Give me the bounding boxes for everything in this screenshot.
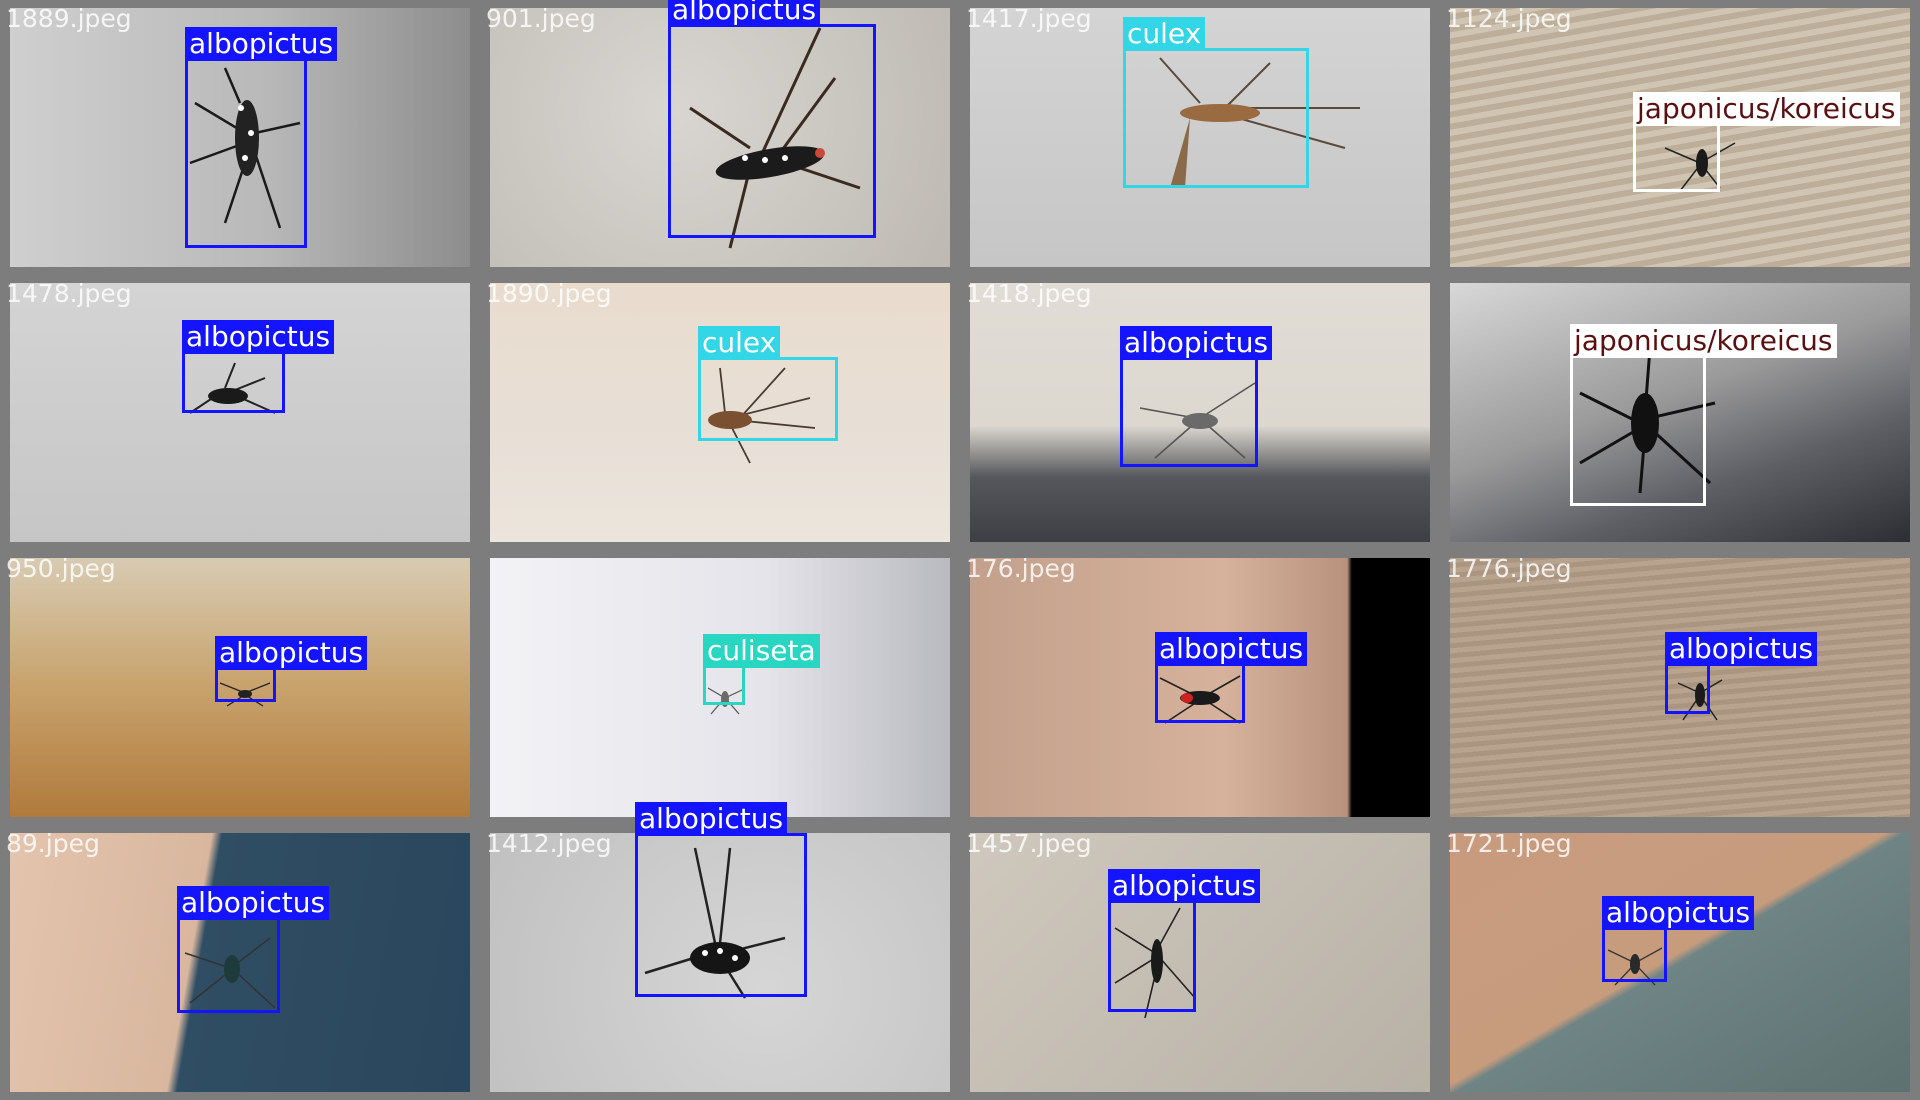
detection-label: albopictus xyxy=(1665,632,1818,666)
image-filename: 1776.jpeg xyxy=(1446,554,1572,583)
image-filename: 1721.jpeg xyxy=(1446,829,1572,858)
image-tile: 1457.jpeg albopictus xyxy=(960,825,1440,1100)
image-filename: 176.jpeg xyxy=(966,554,1076,583)
image-filename: 1889.jpeg xyxy=(6,4,132,33)
image-filename: 1417.jpeg xyxy=(966,4,1092,33)
image-filename: 89.jpeg xyxy=(6,829,100,858)
image-tile: 1889.jpeg albopictus xyxy=(0,0,480,275)
image-tile: 1412.jpeg albopictus xyxy=(480,802,960,1100)
image-filename: 950.jpeg xyxy=(6,554,116,583)
detection-box: albopictus xyxy=(1665,632,1818,714)
image-filename: 901.jpeg xyxy=(486,4,596,33)
detection-box: albopictus xyxy=(185,27,338,248)
detection-label: japonicus/koreicus xyxy=(1633,92,1900,126)
detection-box: albopictus xyxy=(182,320,335,413)
image-filename: 1890.jpeg xyxy=(486,279,612,308)
image-filename: 1412.jpeg xyxy=(486,829,612,858)
image-tile: 1417.jpeg culex xyxy=(960,0,1440,275)
detection-box: albopictus xyxy=(1602,896,1755,982)
detection-box: culex xyxy=(1123,17,1309,188)
detection-box: culiseta xyxy=(703,634,820,705)
detection-box: culex xyxy=(698,326,838,441)
image-tile: 901.jpeg albopictus xyxy=(480,0,960,275)
image-tile: 1890.jpeg culex xyxy=(480,275,960,550)
image-tile: 1124.jpeg japonicus/koreicus xyxy=(1440,0,1920,275)
detection-box: albopictus xyxy=(635,802,807,997)
image-tile: culiseta xyxy=(480,550,960,825)
detection-box: japonicus/koreicus xyxy=(1633,92,1900,192)
image-tile: 1721.jpeg albopictus xyxy=(1440,825,1920,1100)
detection-label: albopictus xyxy=(1120,326,1273,360)
detection-box: albopictus xyxy=(215,636,368,702)
detection-label: culex xyxy=(1123,17,1206,51)
detection-label: albopictus xyxy=(1108,869,1261,903)
detection-box: albopictus xyxy=(1155,632,1308,723)
detection-box: albopictus xyxy=(1120,326,1273,467)
detection-label: albopictus xyxy=(1155,632,1308,666)
detection-label: albopictus xyxy=(635,802,788,836)
detection-label: albopictus xyxy=(1602,896,1755,930)
image-filename: 1457.jpeg xyxy=(966,829,1092,858)
image-tile: japonicus/koreicus xyxy=(1440,275,1920,550)
image-filename: 1418.jpeg xyxy=(966,279,1092,308)
detection-label: japonicus/koreicus xyxy=(1570,324,1837,358)
image-filename: 1478.jpeg xyxy=(6,279,132,308)
detection-label: albopictus xyxy=(215,636,368,670)
detection-label: culex xyxy=(698,326,781,360)
detection-grid: 1889.jpeg albopictus 901.jpeg albopictus… xyxy=(0,0,1920,1100)
image-tile: 176.jpeg albopictus xyxy=(960,550,1440,825)
image-tile: 1776.jpeg albopictus xyxy=(1440,550,1920,825)
mosquito-photo xyxy=(1450,833,1910,1092)
detection-label: albopictus xyxy=(668,0,821,27)
detection-box: japonicus/koreicus xyxy=(1570,324,1837,506)
image-tile: 1478.jpeg albopictus xyxy=(0,275,480,550)
image-filename: 1124.jpeg xyxy=(1446,4,1572,33)
detection-label: albopictus xyxy=(185,27,338,61)
image-tile: 1418.jpeg albopictus xyxy=(960,275,1440,550)
detection-label: albopictus xyxy=(177,886,330,920)
detection-box: albopictus xyxy=(177,886,330,1013)
detection-box: albopictus xyxy=(668,0,876,238)
image-tile: 89.jpeg albopictus xyxy=(0,825,480,1100)
detection-label: culiseta xyxy=(703,634,820,668)
image-tile: 950.jpeg albopictus xyxy=(0,550,480,825)
detection-label: albopictus xyxy=(182,320,335,354)
detection-box: albopictus xyxy=(1108,869,1261,1012)
